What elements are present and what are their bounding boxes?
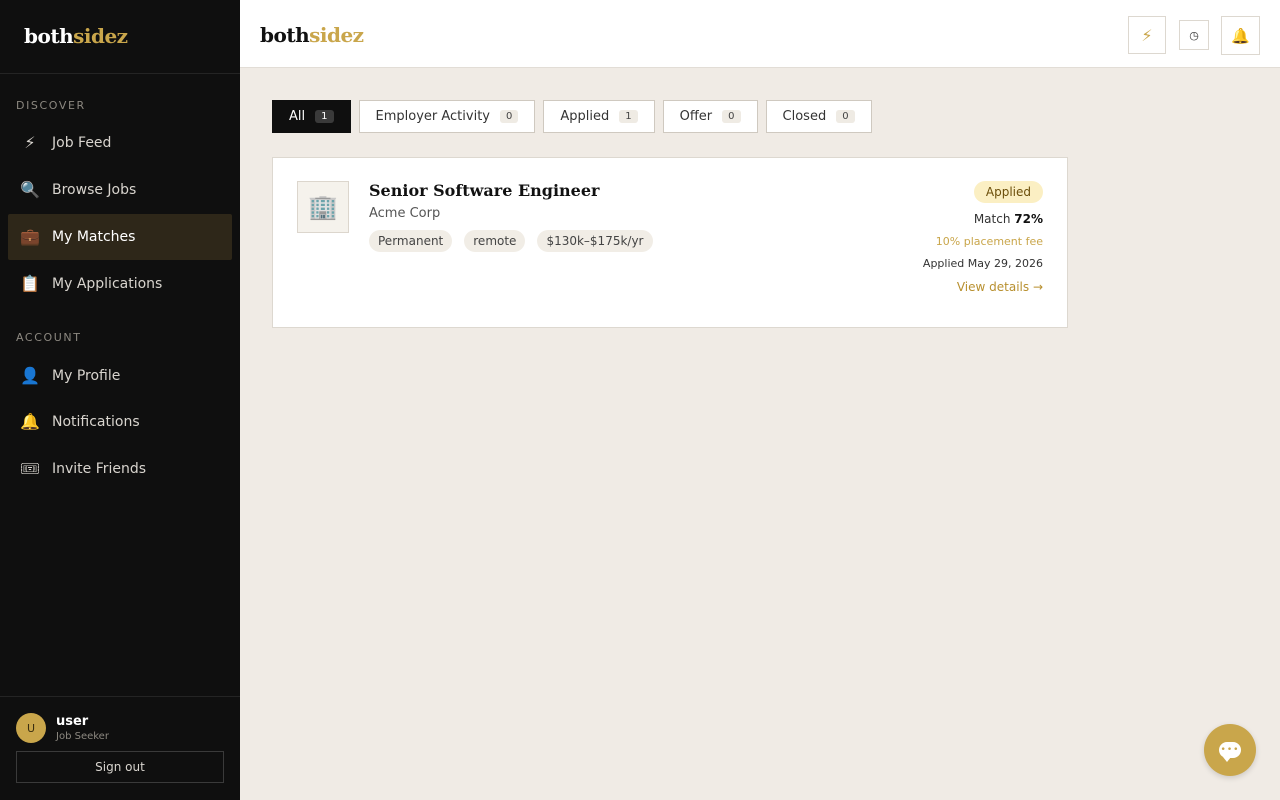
match-score: Match 72%	[923, 212, 1043, 226]
match-card[interactable]: 🏢 Senior Software Engineer Acme Corp Per…	[272, 157, 1068, 328]
tab-label: Closed	[782, 109, 827, 124]
sidebar-item-label: My Applications	[52, 276, 163, 292]
tab-label: Employer Activity	[375, 109, 490, 124]
lightning-icon: ⚡	[24, 133, 36, 152]
status-badge: Applied	[973, 181, 1043, 203]
chat-dots: •••	[1220, 744, 1240, 755]
avatar[interactable]: U	[16, 713, 46, 743]
sidebar-logo[interactable]: bothsidez	[0, 0, 240, 74]
sidebar-item-my-applications[interactable]: 📋 My Applications	[8, 261, 232, 307]
match-score-label: Match	[973, 212, 1011, 226]
tab-employer-activity[interactable]: Employer Activity 0	[358, 100, 536, 133]
sidebar-item-job-feed[interactable]: ⚡ Job Feed	[8, 120, 232, 166]
job-title[interactable]: Senior Software Engineer	[369, 181, 599, 200]
sidebar-item-label: Invite Friends	[52, 461, 147, 477]
sidebar: bothsidez DISCOVER ⚡ Job Feed 🔍 Browse J…	[0, 0, 240, 800]
quick-actions-button[interactable]: ⚡	[1128, 16, 1166, 54]
sidebar-item-label: My Matches	[52, 229, 136, 245]
notifications-button[interactable]: 🔔	[1221, 16, 1260, 55]
match-filter-tabs: All 1 Employer Activity 0 Applied 1 Offe…	[272, 100, 880, 133]
sidebar-item-label: Job Feed	[52, 135, 112, 151]
tab-label: Applied	[560, 109, 610, 124]
placement-fee: 10% placement fee	[935, 235, 1043, 248]
section-label-discover: DISCOVER	[16, 99, 86, 112]
tab-applied[interactable]: Applied 1	[543, 100, 655, 133]
building-icon: 🏢	[308, 193, 338, 221]
user-info: U user Job Seeker	[16, 713, 224, 743]
logo-text-primary: both	[24, 24, 74, 48]
sidebar-item-notifications[interactable]: 🔔 Notifications	[8, 399, 232, 445]
briefcase-icon: 💼	[20, 227, 40, 246]
tag-employment-type: Permanent	[369, 230, 453, 252]
view-details-link[interactable]: View details →	[957, 280, 1043, 294]
history-button[interactable]: ◷	[1179, 20, 1209, 50]
tab-closed[interactable]: Closed 0	[765, 100, 872, 133]
clipboard-icon: 📋	[20, 274, 40, 293]
job-tags: Permanent remote $130k–$175k/yr	[369, 230, 665, 252]
tab-count-badge: 1	[619, 110, 638, 123]
sidebar-item-label: My Profile	[52, 368, 121, 384]
bell-icon: 🔔	[1231, 26, 1250, 45]
sidebar-item-invite-friends[interactable]: 🎟 Invite Friends	[8, 446, 232, 492]
company-logo: 🏢	[297, 181, 349, 233]
sidebar-item-label: Notifications	[52, 414, 140, 430]
match-score-value: 72%	[1014, 212, 1043, 226]
chat-bubble-icon: •••	[1219, 742, 1241, 762]
company-name: Acme Corp	[369, 206, 441, 221]
tab-count-badge: 1	[315, 110, 334, 123]
sidebar-footer: U user Job Seeker Sign out	[0, 696, 240, 800]
user-name: user	[56, 714, 89, 729]
tab-all[interactable]: All 1	[272, 100, 351, 133]
section-label-account: ACCOUNT	[16, 331, 82, 344]
tab-label: All	[289, 109, 306, 124]
tab-label: Offer	[679, 109, 713, 124]
sign-out-button[interactable]: Sign out	[16, 751, 224, 783]
tag-salary: $130k–$175k/yr	[537, 230, 653, 252]
tab-count-badge: 0	[722, 110, 741, 123]
logo-text-accent: sidez	[309, 23, 364, 47]
user-role: Job Seeker	[56, 731, 109, 742]
bell-icon: 🔔	[20, 412, 40, 431]
user-icon: 👤	[20, 366, 40, 385]
tag-location: remote	[464, 230, 526, 252]
chat-button[interactable]: •••	[1204, 724, 1256, 776]
tab-count-badge: 0	[836, 110, 855, 123]
top-header: bothsidez ⚡ ◷ 🔔	[240, 0, 1280, 68]
search-icon: 🔍	[20, 180, 40, 199]
tab-offer[interactable]: Offer 0	[662, 100, 758, 133]
applied-date: Applied May 29, 2026	[922, 257, 1043, 270]
logo-text-accent: sidez	[73, 24, 128, 48]
sidebar-item-my-matches[interactable]: 💼 My Matches	[8, 214, 232, 260]
tab-count-badge: 0	[499, 110, 519, 123]
clock-icon: ◷	[1189, 28, 1199, 42]
sidebar-item-label: Browse Jobs	[52, 182, 137, 198]
logo-text-primary: both	[260, 23, 310, 47]
sidebar-item-my-profile[interactable]: 👤 My Profile	[8, 353, 232, 399]
sidebar-item-browse-jobs[interactable]: 🔍 Browse Jobs	[8, 167, 232, 213]
ticket-icon: 🎟	[20, 459, 41, 478]
match-meta: Applied Match 72% 10% placement fee Appl…	[923, 181, 1043, 295]
lightning-icon: ⚡	[1141, 25, 1153, 45]
header-logo[interactable]: bothsidez	[260, 23, 364, 47]
